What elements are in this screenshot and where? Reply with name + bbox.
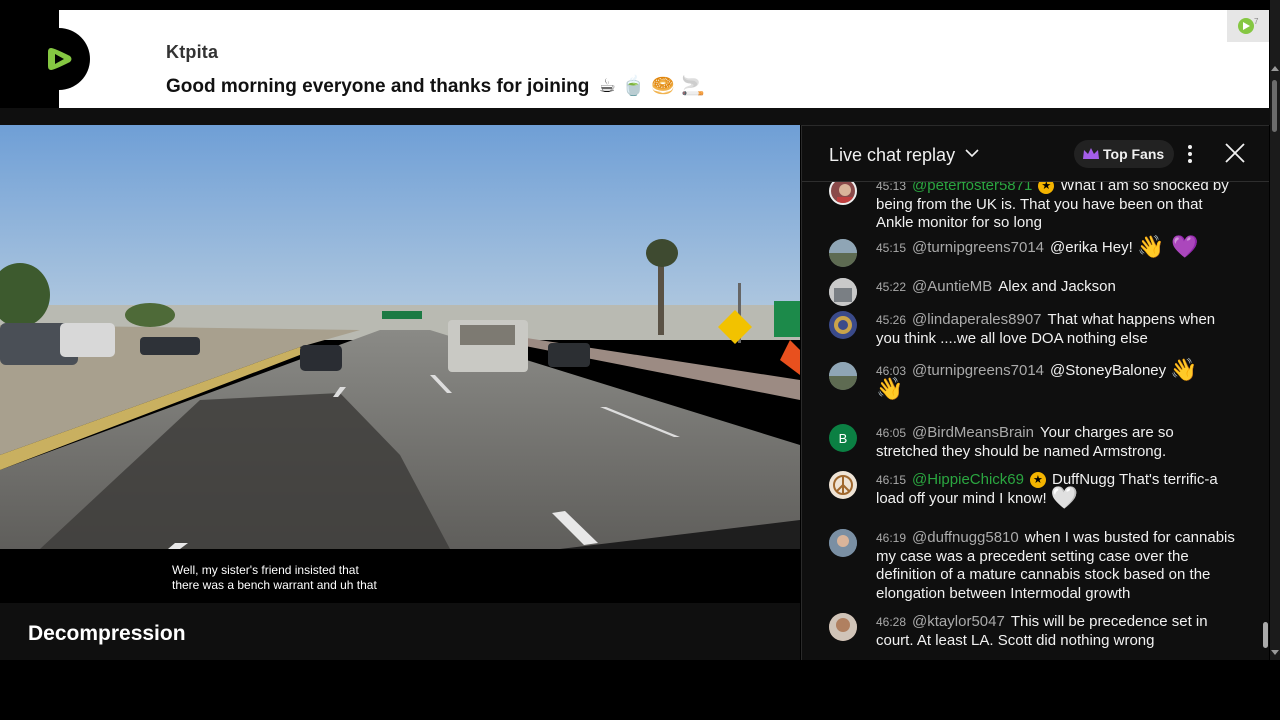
banner-username: Ktpita (166, 42, 219, 62)
top-fans-button[interactable]: Top Fans (1074, 140, 1175, 168)
message-body: 45:15 @turnipgreens7014 @erika Hey! 👋 💜 (876, 237, 1236, 259)
message-body: 46:03 @turnipgreens7014 @StoneyBaloney 👋 👋 (876, 360, 1236, 402)
message-body: 46:28 @ktaylor5047 This will be precedence… (876, 613, 1236, 650)
message-body: 45:13 @peterfoster5871 ★ What I am so shock… (876, 182, 1236, 233)
page-scrollbar-thumb[interactable] (1272, 80, 1277, 132)
chat-message-list[interactable]: 45:13 @peterfoster5871 ★ What I am so shock… (802, 182, 1262, 660)
header-strip (0, 108, 1270, 125)
page-bottom (0, 660, 1280, 720)
message-author[interactable]: @turnipgreens7014 (912, 362, 1044, 379)
video-player[interactable]: Well, my sister's friend insisted that t… (0, 125, 800, 603)
chat-title[interactable]: Live chat replay (829, 145, 955, 166)
svg-text:7: 7 (1254, 17, 1259, 26)
page-scrollbar[interactable] (1270, 0, 1280, 660)
avatar[interactable] (829, 362, 857, 390)
message-time: 46:19 (876, 531, 907, 545)
avatar[interactable] (829, 311, 857, 339)
avatar[interactable] (829, 278, 857, 306)
notification-banner[interactable]: 7 Ktpita Good morning everyone and thank… (59, 10, 1269, 108)
message-author[interactable]: @BirdMeansBrain (912, 424, 1034, 441)
message-time: 46:28 (876, 615, 907, 629)
more-options-icon[interactable] (1182, 142, 1198, 166)
member-badge-icon: ★ (1038, 182, 1055, 194)
message-emoji: 👋 💜 (1136, 235, 1199, 260)
peace-icon (833, 475, 853, 495)
avatar[interactable] (829, 529, 857, 557)
message-body: 46:05 @BirdMeansBrain Your charges are so … (876, 424, 1236, 461)
chevron-down-icon[interactable] (965, 149, 979, 158)
avatar[interactable] (829, 182, 857, 205)
caption-line-2: there was a bench warrant and uh that (172, 578, 377, 592)
avatar[interactable] (829, 471, 857, 499)
avatar[interactable] (829, 239, 857, 267)
scroll-up-icon[interactable] (1271, 66, 1279, 71)
member-badge-icon: ★ (1029, 472, 1046, 488)
message-author[interactable]: @lindaperales8907 (912, 311, 1042, 328)
caption-area: Well, my sister's friend insisted that t… (0, 549, 800, 603)
avatar-letter: B (838, 430, 848, 446)
caption-line-1: Well, my sister's friend insisted that (172, 563, 359, 577)
message-author[interactable]: @ktaylor5047 (912, 613, 1005, 630)
highway-dashcam-image (0, 125, 800, 549)
message-text: @erika Hey! (1050, 239, 1133, 257)
message-time: 46:05 (876, 426, 907, 440)
heart-emoji: 🤍 (1050, 485, 1079, 511)
message-body: 46:19 @duffnugg5810 when I was busted for … (876, 529, 1236, 603)
top-fans-label: Top Fans (1103, 146, 1165, 162)
rumble-play-icon[interactable] (28, 28, 90, 90)
message-body: 46:15 @HippieChick69 ★ DuffNugg That's terr… (876, 471, 1236, 511)
crown-icon (1083, 148, 1099, 159)
banner-message: Good morning everyone and thanks for joi… (166, 74, 705, 98)
video-frame[interactable] (0, 125, 800, 549)
message-body: 45:26 @lindaperales8907 That what happens … (876, 311, 1236, 348)
avatar[interactable]: B (829, 424, 857, 452)
message-author[interactable]: @peterfoster5871 (912, 182, 1032, 194)
banner-corner: 7 (1227, 10, 1269, 42)
chat-scrollbar-thumb[interactable] (1263, 622, 1268, 648)
banner-message-text: Good morning everyone and thanks for joi… (166, 76, 590, 97)
message-time: 46:15 (876, 473, 907, 487)
message-body: 45:22 @AuntieMB Alex and Jackson (876, 278, 1236, 297)
wave-emoji: 👋 (876, 376, 904, 402)
video-caption: Well, my sister's friend insisted that t… (172, 563, 377, 593)
message-author[interactable]: @AuntieMB (912, 278, 992, 295)
wave-emoji: 👋 (1170, 358, 1198, 383)
live-chat-panel[interactable]: Live chat replay Top Fans 45:13 @peterfos… (801, 125, 1269, 660)
banner-emojis: ☕ 🍵 🥯 🚬 (598, 75, 705, 97)
video-title: Decompression (28, 622, 186, 645)
scroll-down-icon[interactable] (1271, 650, 1279, 655)
message-author[interactable]: @duffnugg5810 (912, 529, 1019, 546)
video-info: Decompression (0, 603, 800, 660)
message-time: 45:22 (876, 280, 907, 294)
message-time: 45:13 (876, 182, 907, 193)
chat-header: Live chat replay Top Fans (802, 126, 1269, 182)
message-text: Alex and Jackson (998, 278, 1116, 295)
avatar[interactable] (829, 613, 857, 641)
rumble-small-icon: 7 (1238, 17, 1259, 34)
chat-scrollbar[interactable] (1262, 182, 1269, 660)
message-author[interactable]: @HippieChick69 (912, 471, 1024, 488)
message-time: 45:26 (876, 313, 907, 327)
message-time: 45:15 (876, 241, 907, 256)
message-text: @StoneyBaloney (1050, 362, 1167, 380)
message-author[interactable]: @turnipgreens7014 (912, 239, 1044, 256)
close-icon[interactable] (1224, 142, 1246, 164)
